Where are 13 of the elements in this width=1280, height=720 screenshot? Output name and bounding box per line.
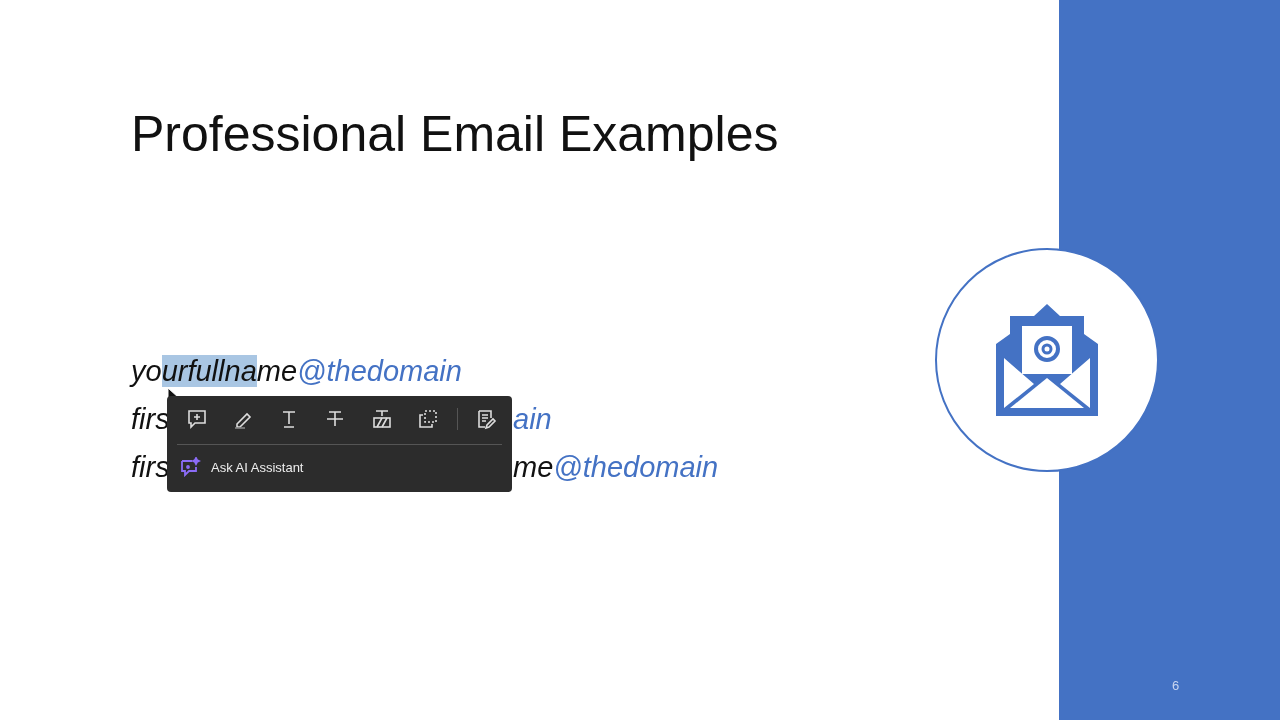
email-name: firs [131,450,170,485]
ask-ai-assistant-button[interactable]: Ask AI Assistant [175,445,308,489]
page-number: 6 [1172,678,1180,693]
ai-assistant-icon [179,457,201,477]
email-domain: @thedomain [297,355,462,387]
envelope-icon [996,304,1098,416]
text-selection: urfullna [161,355,257,387]
email-name: yourfullname [131,355,298,387]
slide-title: Professional Email Examples [131,105,780,164]
email-name: me [513,451,554,483]
email-domain: @thedomain [553,451,719,483]
email-domain: ain [513,403,552,435]
email-name: firs [131,402,170,437]
